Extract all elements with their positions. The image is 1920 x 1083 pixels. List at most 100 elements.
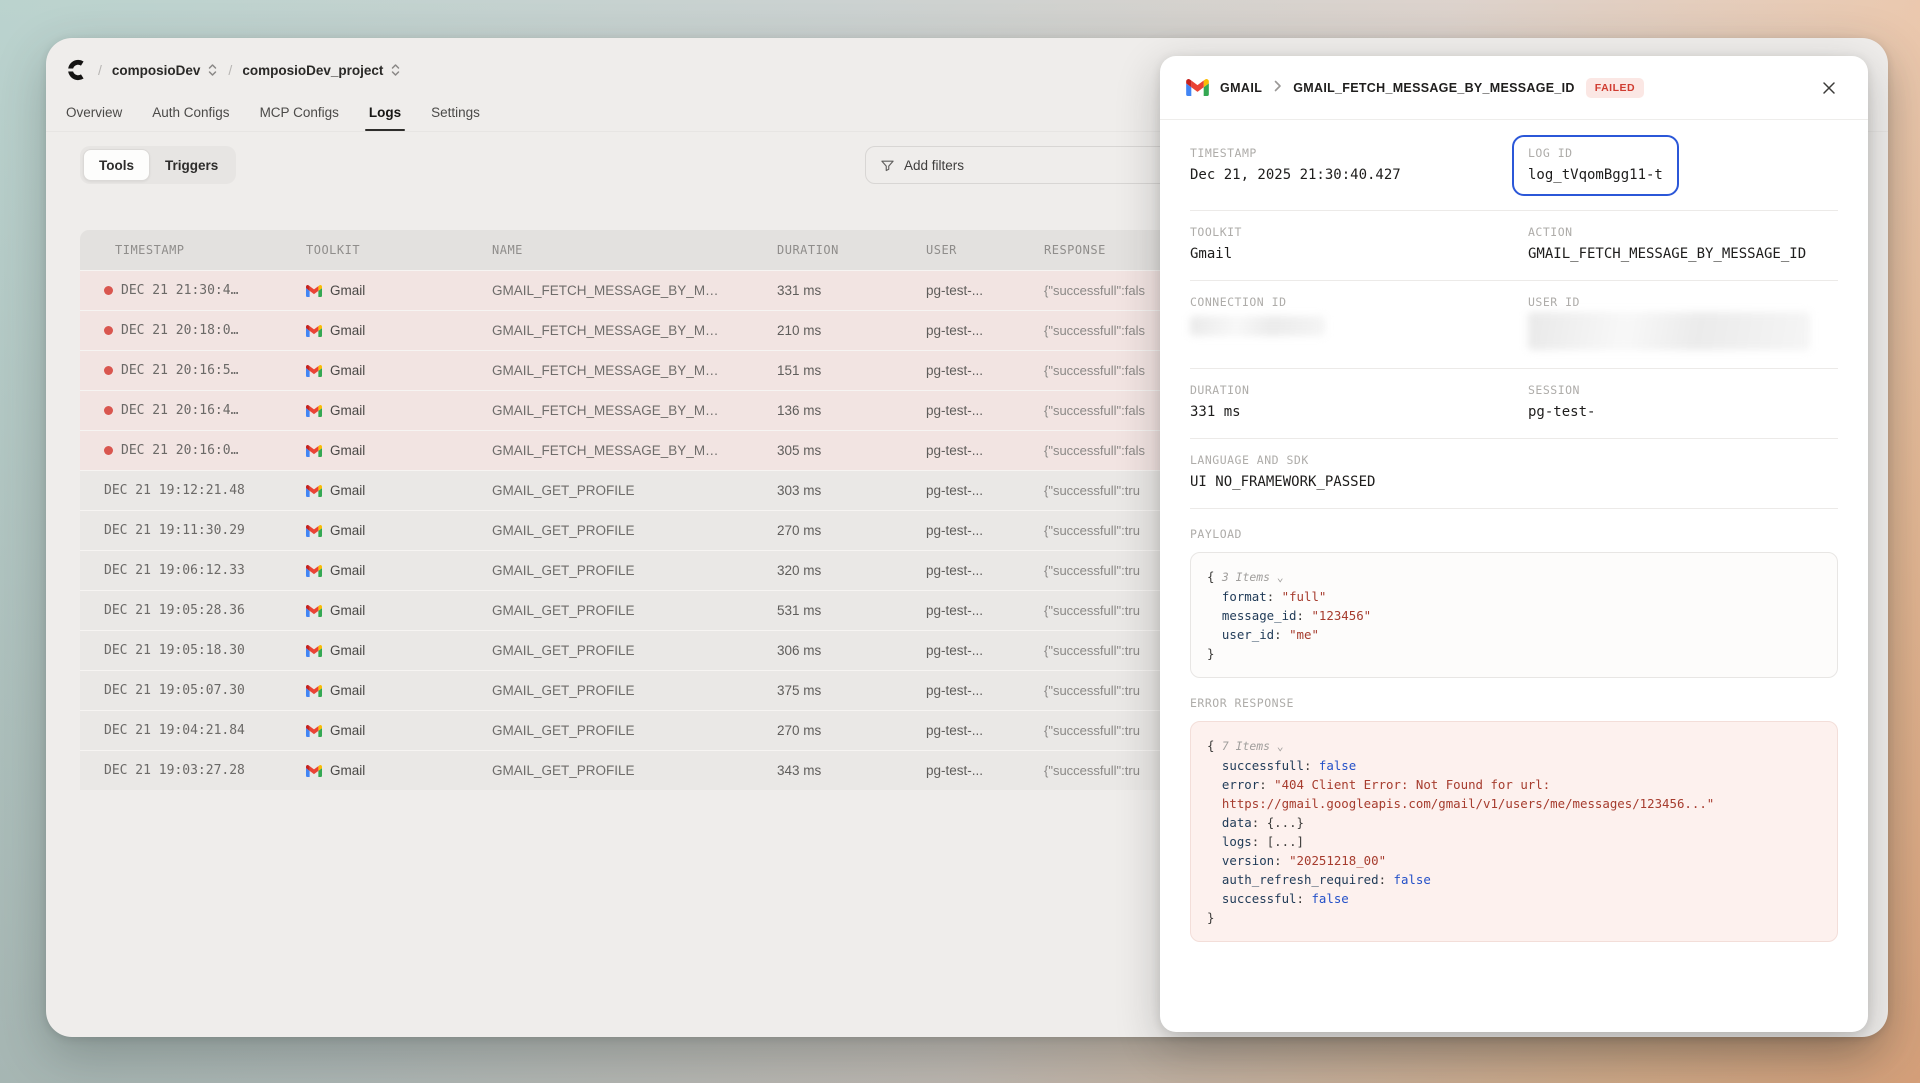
field-session: SESSION pg-test- xyxy=(1528,383,1838,420)
project-name: composioDev_project xyxy=(242,63,383,78)
segment-tools[interactable]: Tools xyxy=(83,149,150,181)
row-timestamp: DEC 21 19:12:21.48 xyxy=(80,483,306,498)
row-toolkit: Gmail xyxy=(306,403,492,418)
row-user: pg-test-... xyxy=(926,683,1044,698)
row-duration: 375 ms xyxy=(777,683,926,698)
field-action: ACTION GMAIL_FETCH_MESSAGE_BY_MESSAGE_ID xyxy=(1528,225,1838,262)
row-timestamp: DEC 21 19:05:28.36 xyxy=(80,603,306,618)
error-json: { 7 Items ⌄ successfull: false error: "4… xyxy=(1190,721,1838,942)
row-toolkit-label: Gmail xyxy=(330,723,365,738)
error-status-dot-icon xyxy=(104,286,113,295)
row-user: pg-test-... xyxy=(926,723,1044,738)
field-label: TOOLKIT xyxy=(1190,225,1528,239)
row-name: GMAIL_GET_PROFILE xyxy=(492,523,777,538)
row-name: GMAIL_GET_PROFILE xyxy=(492,643,777,658)
tools-triggers-segmented-control: Tools Triggers xyxy=(80,146,236,184)
row-toolkit-label: Gmail xyxy=(330,683,365,698)
row-toolkit: Gmail xyxy=(306,323,492,338)
panel-action-title: GMAIL_FETCH_MESSAGE_BY_MESSAGE_ID xyxy=(1293,81,1574,95)
row-toolkit-label: Gmail xyxy=(330,603,365,618)
org-name: composioDev xyxy=(112,63,201,78)
row-name: GMAIL_GET_PROFILE xyxy=(492,723,777,738)
row-timestamp: DEC 21 19:11:30.29 xyxy=(80,523,306,538)
panel-toolkit-crumb[interactable]: GMAIL xyxy=(1220,81,1262,95)
gmail-icon xyxy=(306,285,322,297)
row-toolkit-label: Gmail xyxy=(330,403,365,418)
row-user: pg-test-... xyxy=(926,403,1044,418)
breadcrumb-separator: / xyxy=(98,62,102,78)
segment-triggers[interactable]: Triggers xyxy=(150,149,233,181)
field-value: UI NO_FRAMEWORK_PASSED xyxy=(1190,474,1838,490)
field-label: ACTION xyxy=(1528,225,1838,239)
row-toolkit: Gmail xyxy=(306,563,492,578)
chevron-up-down-icon xyxy=(390,63,401,77)
payload-json: { 3 Items ⌄ format: "full" message_id: "… xyxy=(1190,552,1838,678)
project-switcher[interactable]: composioDev_project xyxy=(242,63,401,78)
field-value: Gmail xyxy=(1190,246,1528,262)
row-duration: 531 ms xyxy=(777,603,926,618)
row-user: pg-test-... xyxy=(926,283,1044,298)
tab-overview[interactable]: Overview xyxy=(66,94,122,131)
row-timestamp: DEC 21 19:05:07.30 xyxy=(80,683,306,698)
row-name: GMAIL_GET_PROFILE xyxy=(492,603,777,618)
gmail-icon xyxy=(306,325,322,337)
chevron-up-down-icon xyxy=(207,63,218,77)
gmail-icon xyxy=(306,525,322,537)
gmail-icon xyxy=(306,565,322,577)
payload-label: PAYLOAD xyxy=(1190,527,1838,541)
field-timestamp: TIMESTAMP Dec 21, 2025 21:30:40.427 xyxy=(1190,146,1528,192)
row-duration: 305 ms xyxy=(777,443,926,458)
tab-auth-configs[interactable]: Auth Configs xyxy=(152,94,229,131)
row-toolkit-label: Gmail xyxy=(330,363,365,378)
row-duration: 151 ms xyxy=(777,363,926,378)
field-value: GMAIL_FETCH_MESSAGE_BY_MESSAGE_ID xyxy=(1528,246,1838,262)
field-label: LOG ID xyxy=(1528,146,1663,160)
field-label: CONNECTION ID xyxy=(1190,295,1528,309)
row-timestamp: DEC 21 19:03:27.28 xyxy=(80,763,306,778)
row-timestamp: DEC 21 20:18:0… xyxy=(80,323,306,338)
log-detail-panel: GMAIL GMAIL_FETCH_MESSAGE_BY_MESSAGE_ID … xyxy=(1160,56,1868,1032)
row-toolkit-label: Gmail xyxy=(330,523,365,538)
filter-funnel-icon xyxy=(880,158,895,173)
gmail-icon xyxy=(306,725,322,737)
row-toolkit: Gmail xyxy=(306,283,492,298)
row-name: GMAIL_GET_PROFILE xyxy=(492,483,777,498)
row-duration: 270 ms xyxy=(777,723,926,738)
org-switcher[interactable]: composioDev xyxy=(112,63,219,78)
row-duration: 270 ms xyxy=(777,523,926,538)
row-name: GMAIL_GET_PROFILE xyxy=(492,563,777,578)
field-value: 331 ms xyxy=(1190,404,1528,420)
field-log-id: LOG ID log_tVqomBgg11-t xyxy=(1528,146,1838,192)
log-id-highlight-box[interactable]: LOG ID log_tVqomBgg11-t xyxy=(1512,135,1679,196)
row-user: pg-test-... xyxy=(926,483,1044,498)
row-toolkit: Gmail xyxy=(306,443,492,458)
tab-logs[interactable]: Logs xyxy=(369,94,401,131)
close-icon[interactable] xyxy=(1816,75,1842,101)
gmail-icon xyxy=(306,445,322,457)
row-toolkit: Gmail xyxy=(306,603,492,618)
row-toolkit: Gmail xyxy=(306,483,492,498)
row-user: pg-test-... xyxy=(926,643,1044,658)
tab-settings[interactable]: Settings xyxy=(431,94,480,131)
row-toolkit-label: Gmail xyxy=(330,323,365,338)
row-toolkit: Gmail xyxy=(306,683,492,698)
row-toolkit-label: Gmail xyxy=(330,483,365,498)
field-toolkit: TOOLKIT Gmail xyxy=(1190,225,1528,262)
row-toolkit-label: Gmail xyxy=(330,283,365,298)
row-timestamp: DEC 21 19:05:18.30 xyxy=(80,643,306,658)
row-duration: 303 ms xyxy=(777,483,926,498)
gmail-icon xyxy=(306,685,322,697)
row-duration: 320 ms xyxy=(777,563,926,578)
row-user: pg-test-... xyxy=(926,603,1044,618)
add-filters-label: Add filters xyxy=(904,158,964,173)
row-duration: 210 ms xyxy=(777,323,926,338)
log-detail-body: TIMESTAMP Dec 21, 2025 21:30:40.427 LOG … xyxy=(1160,120,1868,972)
redacted-connection-id-value xyxy=(1190,316,1325,336)
row-timestamp: DEC 21 20:16:0… xyxy=(80,443,306,458)
field-duration: DURATION 331 ms xyxy=(1190,383,1528,420)
row-name: GMAIL_FETCH_MESSAGE_BY_M… xyxy=(492,323,777,338)
field-language-sdk: LANGUAGE AND SDK UI NO_FRAMEWORK_PASSED xyxy=(1190,453,1838,490)
tab-mcp-configs[interactable]: MCP Configs xyxy=(260,94,339,131)
error-status-dot-icon xyxy=(104,366,113,375)
row-name: GMAIL_FETCH_MESSAGE_BY_M… xyxy=(492,443,777,458)
